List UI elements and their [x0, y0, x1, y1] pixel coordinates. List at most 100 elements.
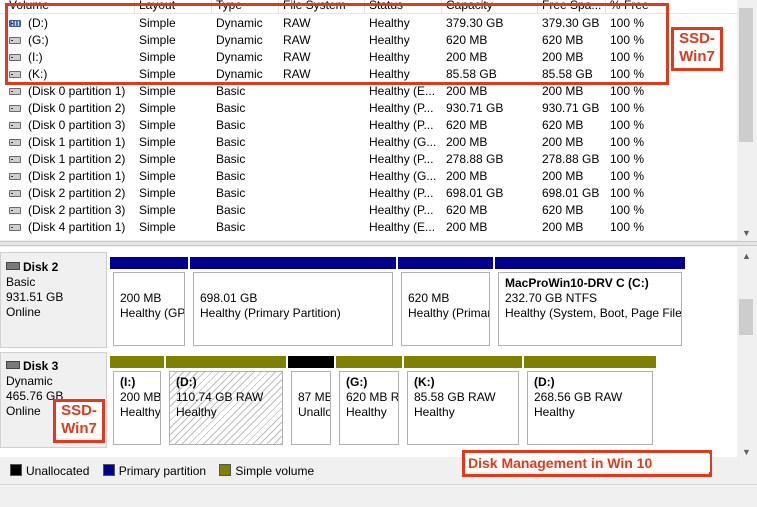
disk3-partition[interactable]: (I:) 200 MB Healthy — [110, 356, 164, 448]
partition-color-bar — [495, 257, 685, 269]
legend-unallocated: Unallocated — [26, 464, 90, 478]
table-row[interactable]: (Disk 4 partition 1) Simple Basic Healthy (… — [0, 219, 737, 236]
cell-free: 200 MB — [542, 135, 584, 149]
table-row[interactable]: (Disk 0 partition 2) Simple Basic Healthy (… — [0, 100, 737, 117]
partition-title: (D:) — [176, 375, 197, 389]
legend-primary: Primary partition — [118, 464, 207, 478]
primary-swatch — [102, 464, 115, 476]
pane-splitter[interactable] — [0, 241, 757, 246]
partition-status: Unallo — [298, 405, 331, 419]
partition-details: MacProWin10-DRV C (C:) 232.70 GB NTFS Heal… — [498, 272, 682, 346]
partition-title: MacProWin10-DRV C (C:) — [505, 276, 649, 290]
table-row[interactable]: (Disk 1 partition 1) Simple Basic Healthy (… — [0, 134, 737, 151]
cell-status: Healthy (E... — [369, 84, 436, 98]
disk2-size: 931.51 GB — [6, 290, 64, 304]
annotation-box-volumes — [5, 3, 669, 85]
list-scrollbar[interactable]: ▼ — [737, 0, 757, 240]
partition-title: (G:) — [346, 375, 368, 389]
partition-details: (D:) 110.74 GB RAW Healthy — [169, 371, 283, 445]
partition-title: (K:) — [414, 375, 435, 389]
cell-pct: 100 % — [610, 169, 645, 183]
cell-capacity: 698.01 GB — [446, 186, 504, 200]
volume-icon — [9, 105, 21, 112]
disk-graphical-view: Disk 2 Basic 931.51 GB Online 200 MB Heal… — [0, 247, 737, 457]
cell-layout: Simple — [139, 101, 176, 115]
partition-status: Healthy (GPT — [120, 306, 185, 320]
cell-type: Basic — [216, 186, 246, 200]
table-row[interactable]: (Disk 2 partition 3) Simple Basic Healthy (… — [0, 202, 737, 219]
partition-details: 698.01 GB Healthy (Primary Partition) — [193, 272, 393, 346]
cell-pct: 100 % — [610, 203, 645, 217]
cell-pct: 100 % — [610, 84, 645, 98]
partition-size: 87 MB — [298, 390, 331, 404]
disk3-type: Dynamic — [6, 374, 53, 388]
cell-status: Healthy (P... — [369, 118, 434, 132]
table-row[interactable]: (Disk 0 partition 1) Simple Basic Healthy (… — [0, 83, 737, 100]
volume-icon — [9, 173, 21, 180]
list-scroll-thumb[interactable] — [739, 8, 753, 142]
partition-color-bar — [404, 356, 522, 368]
cell-status: Healthy (G... — [369, 169, 437, 183]
volume-icon — [9, 190, 21, 197]
disk2-partition[interactable]: MacProWin10-DRV C (C:) 232.70 GB NTFS Heal… — [495, 257, 685, 349]
cell-free: 620 MB — [542, 203, 584, 217]
partition-details: 620 MB Healthy (Primar — [401, 272, 490, 346]
graph-scroll-thumb[interactable] — [739, 299, 753, 335]
cell-status: Healthy (E... — [369, 220, 436, 234]
legend-simple: Simple volume — [235, 464, 315, 478]
disk3-partition[interactable]: (G:)620 MB RAHealthy — [336, 356, 402, 448]
disk3-partition[interactable]: (D:) 268.56 GB RAW Healthy — [524, 356, 656, 448]
volume-icon — [9, 122, 21, 129]
cell-layout: Simple — [139, 152, 176, 166]
partition-size: 200 MB — [120, 390, 161, 404]
graph-scrollbar[interactable]: ▲ ▼ — [737, 247, 757, 457]
disk2-partition[interactable]: 620 MB Healthy (Primar — [398, 257, 493, 349]
volume-icon — [9, 224, 21, 231]
cell-free: 200 MB — [542, 169, 584, 183]
scroll-down-icon[interactable]: ▼ — [738, 447, 755, 457]
partition-color-bar — [524, 356, 656, 368]
volume-icon — [9, 139, 21, 146]
disk-icon — [6, 361, 20, 369]
cell-volume: (Disk 0 partition 1) — [28, 84, 126, 98]
cell-volume: (Disk 0 partition 2) — [28, 101, 126, 115]
disk3-partition[interactable]: (K:) 85.58 GB RAW Healthy — [404, 356, 522, 448]
disk3-partition[interactable]: 87 MB Unallo — [288, 356, 334, 448]
table-row[interactable]: (Disk 2 partition 2) Simple Basic Healthy (… — [0, 185, 737, 202]
cell-status: Healthy (G... — [369, 135, 437, 149]
cell-pct: 100 % — [610, 101, 645, 115]
partition-color-bar — [336, 356, 402, 368]
cell-capacity: 930.71 GB — [446, 101, 504, 115]
cell-type: Basic — [216, 101, 246, 115]
cell-volume: (Disk 1 partition 2) — [28, 152, 126, 166]
partition-size: 85.58 GB RAW — [414, 390, 496, 404]
volume-icon — [9, 156, 21, 163]
table-row[interactable]: (Disk 1 partition 2) Simple Basic Healthy (… — [0, 151, 737, 168]
table-row[interactable]: (Disk 2 partition 1) Simple Basic Healthy (… — [0, 168, 737, 185]
cell-volume: (Disk 4 partition 1) — [28, 220, 126, 234]
annotation-ssd-top: SSD- Win7 — [674, 30, 720, 66]
cell-pct: 100 % — [610, 186, 645, 200]
annotation-caption: Disk Management in Win 10 — [466, 454, 710, 472]
partition-color-bar — [398, 257, 493, 269]
unallocated-swatch — [10, 464, 22, 476]
partition-status: Healthy — [120, 405, 161, 419]
cell-free: 200 MB — [542, 220, 584, 234]
scroll-up-icon[interactable]: ▲ — [738, 251, 755, 261]
volume-icon — [9, 88, 21, 95]
cell-status: Healthy (P... — [369, 152, 434, 166]
cell-type: Basic — [216, 169, 246, 183]
disk3-partition[interactable]: (D:) 110.74 GB RAW Healthy — [166, 356, 286, 448]
disk3-name: Disk 3 — [23, 359, 59, 373]
volume-icon — [9, 207, 21, 214]
cell-pct: 100 % — [610, 220, 645, 234]
partition-size: 110.74 GB RAW — [176, 390, 264, 404]
partition-status: Healthy (Primar — [408, 306, 490, 320]
partition-size: 200 MB — [120, 291, 162, 305]
disk2-partition[interactable]: 200 MBHealthy (GPT — [110, 257, 188, 349]
cell-pct: 100 % — [610, 118, 645, 132]
scroll-down-icon[interactable]: ▼ — [738, 228, 755, 238]
disk2-partition[interactable]: 698.01 GB Healthy (Primary Partition) — [190, 257, 396, 349]
cell-pct: 100 % — [610, 152, 645, 166]
table-row[interactable]: (Disk 0 partition 3) Simple Basic Healthy (… — [0, 117, 737, 134]
